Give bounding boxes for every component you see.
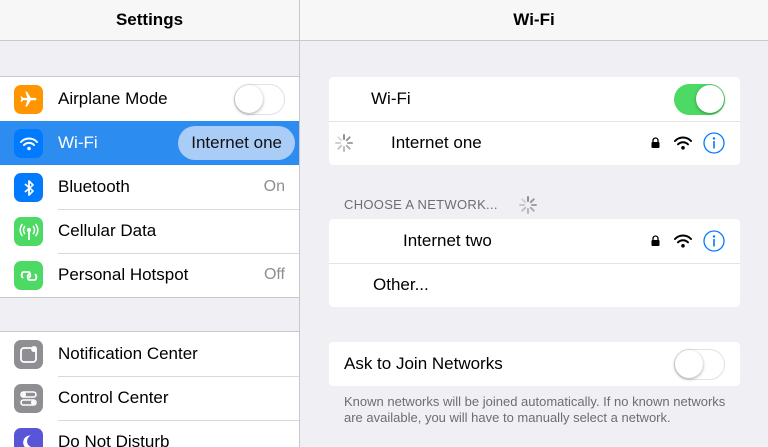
sidebar-item-control-center[interactable]: Control Center xyxy=(0,376,299,420)
airplane-mode-toggle[interactable] xyxy=(234,83,285,115)
airplane-icon xyxy=(14,85,43,114)
settings-sidebar: Settings Airplane Mode Wi-Fi Internet on… xyxy=(0,0,299,447)
bluetooth-status: On xyxy=(263,178,285,195)
sidebar-item-label: Wi-Fi xyxy=(58,133,98,152)
page-title: Wi-Fi xyxy=(513,10,555,29)
notification-center-icon xyxy=(14,340,43,369)
wifi-toggle-row: Wi-Fi xyxy=(329,77,740,121)
lock-icon xyxy=(651,137,660,148)
toggle-knob xyxy=(696,85,724,113)
sidebar-item-label: Notification Center xyxy=(58,344,198,363)
sidebar-item-wifi[interactable]: Wi-Fi Internet one xyxy=(0,121,299,165)
wifi-toggle[interactable] xyxy=(674,83,725,115)
sidebar-item-label: Do Not Disturb xyxy=(58,432,170,447)
settings-title: Settings xyxy=(115,10,184,29)
sidebar-item-cellular-data[interactable]: Cellular Data xyxy=(0,209,299,253)
toggle-knob xyxy=(235,84,263,113)
wifi-toggle-label: Wi-Fi xyxy=(371,89,411,108)
connected-network-row[interactable]: Internet one xyxy=(329,121,740,165)
sidebar-item-label: Personal Hotspot xyxy=(58,265,189,284)
section-header-text: CHOOSE A NETWORK... xyxy=(344,197,498,212)
sidebar-item-label: Airplane Mode xyxy=(58,89,168,108)
choose-network-header: CHOOSE A NETWORK... xyxy=(344,196,537,214)
toggle-knob xyxy=(675,349,703,378)
sidebar-item-label: Control Center xyxy=(58,388,169,407)
sidebar-item-do-not-disturb[interactable]: Do Not Disturb xyxy=(0,420,299,447)
network-row[interactable]: Internet two xyxy=(329,219,740,263)
sidebar-item-notification-center[interactable]: Notification Center xyxy=(0,332,299,376)
sidebar-item-bluetooth[interactable]: Bluetooth On xyxy=(0,165,299,209)
wifi-signal-icon xyxy=(674,136,692,150)
ask-to-join-footnote: Known networks will be joined automatica… xyxy=(344,394,726,425)
info-icon[interactable] xyxy=(703,230,725,252)
loading-spinner-icon xyxy=(335,134,353,152)
network-name: Internet two xyxy=(403,231,492,250)
sidebar-item-airplane-mode[interactable]: Airplane Mode xyxy=(0,77,299,121)
hotspot-status: Off xyxy=(263,266,285,283)
sidebar-item-label: Bluetooth xyxy=(58,177,130,196)
info-icon[interactable] xyxy=(703,132,725,154)
settings-group-system: Notification Center Control Center Do No… xyxy=(0,331,299,447)
sidebar-item-label: Cellular Data xyxy=(58,221,157,240)
ask-to-join-label: Ask to Join Networks xyxy=(344,354,503,373)
control-center-icon xyxy=(14,384,43,413)
ask-to-join-card: Ask to Join Networks xyxy=(329,342,740,386)
lock-icon xyxy=(651,235,660,246)
bluetooth-icon xyxy=(14,173,43,202)
cellular-icon xyxy=(14,217,43,246)
loading-spinner-icon xyxy=(519,196,537,214)
settings-group-connectivity: Airplane Mode Wi-Fi Internet one Bluetoo… xyxy=(0,76,299,298)
panel-divider xyxy=(299,0,300,447)
other-network-label: Other... xyxy=(373,275,429,294)
sidebar-item-personal-hotspot[interactable]: Personal Hotspot Off xyxy=(0,253,299,297)
moon-icon xyxy=(14,428,43,447)
hotspot-icon xyxy=(14,261,43,290)
settings-navbar: Settings xyxy=(0,0,299,41)
wifi-icon xyxy=(14,129,43,158)
wifi-navbar: Wi-Fi xyxy=(300,0,768,41)
ask-to-join-toggle[interactable] xyxy=(674,348,725,380)
connected-network-name: Internet one xyxy=(391,133,482,152)
wifi-status-card: Wi-Fi Internet one xyxy=(329,77,740,165)
network-list: Internet two Other... xyxy=(329,219,740,307)
ask-to-join-row: Ask to Join Networks xyxy=(329,342,740,386)
other-network-row[interactable]: Other... xyxy=(329,263,740,307)
wifi-current-network-badge: Internet one xyxy=(178,126,295,160)
wifi-signal-icon xyxy=(674,234,692,248)
